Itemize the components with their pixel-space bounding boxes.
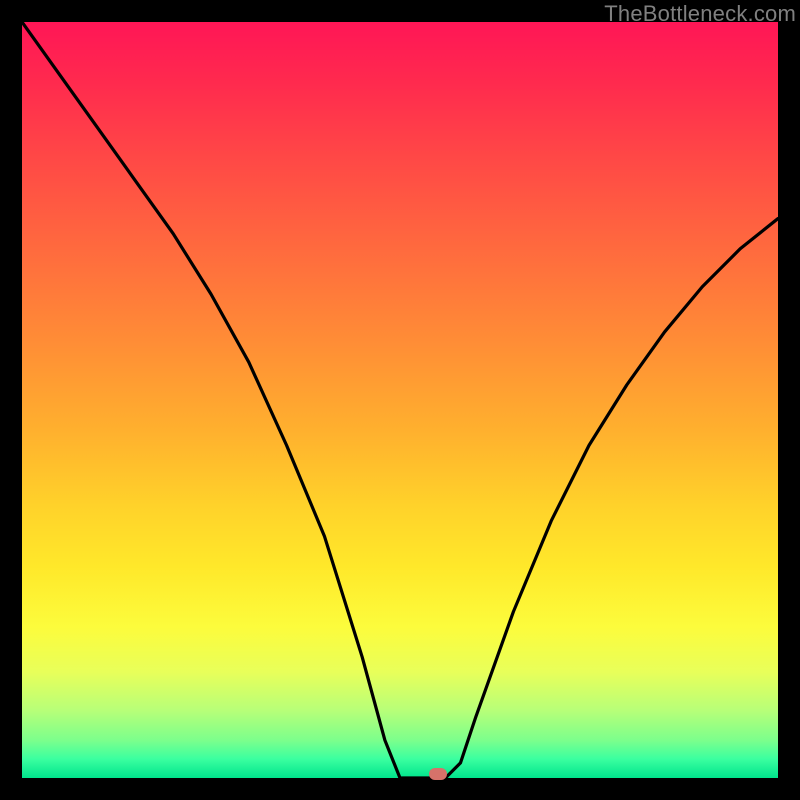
plot-area [22, 22, 778, 778]
watermark-text: TheBottleneck.com [604, 1, 796, 27]
bottleneck-curve [22, 22, 778, 778]
optimum-marker [429, 768, 447, 780]
chart-frame: TheBottleneck.com [0, 0, 800, 800]
